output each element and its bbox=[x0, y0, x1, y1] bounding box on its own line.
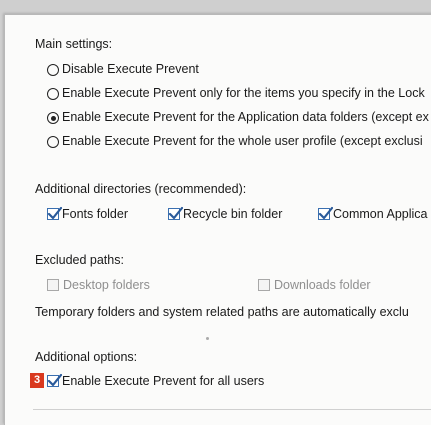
checkbox[interactable] bbox=[318, 206, 333, 220]
checkbox-disabled[interactable] bbox=[47, 279, 59, 291]
checkbox-label: Enable Execute Prevent for all users bbox=[62, 374, 265, 388]
checkmark-icon bbox=[168, 206, 183, 220]
additional-directories-heading: Additional directories (recommended): bbox=[35, 182, 247, 196]
checkbox-label: Downloads folder bbox=[274, 278, 371, 292]
excluded-paths-heading: Excluded paths: bbox=[35, 253, 124, 267]
checkbox[interactable] bbox=[47, 206, 62, 220]
divider bbox=[33, 409, 431, 410]
main-settings-heading: Main settings: bbox=[35, 37, 113, 51]
additional-options-heading: Additional options: bbox=[35, 350, 138, 364]
radio-button[interactable] bbox=[47, 64, 59, 76]
checkbox[interactable] bbox=[47, 373, 62, 387]
radio-option-label: Enable Execute Prevent only for the item… bbox=[62, 86, 425, 100]
step-number-badge: 3 bbox=[30, 373, 44, 388]
checkbox-label: Fonts folder bbox=[62, 207, 129, 221]
checkmark-icon bbox=[318, 206, 333, 220]
excluded-paths-note: Temporary folders and system related pat… bbox=[35, 305, 409, 319]
checkmark-icon bbox=[47, 206, 62, 220]
radio-option-label: Enable Execute Prevent for the Applicati… bbox=[62, 110, 429, 124]
checkbox-label: Desktop folders bbox=[63, 278, 150, 292]
radio-button-selected[interactable] bbox=[47, 112, 59, 124]
checkbox-disabled[interactable] bbox=[258, 279, 270, 291]
checkbox[interactable] bbox=[168, 206, 183, 220]
radio-button[interactable] bbox=[47, 88, 59, 100]
stray-mark bbox=[206, 337, 209, 340]
checkmark-icon bbox=[47, 373, 62, 387]
checkbox-label: Recycle bin folder bbox=[183, 207, 283, 221]
radio-button[interactable] bbox=[47, 136, 59, 148]
radio-option-label: Disable Execute Prevent bbox=[62, 62, 199, 76]
radio-option-label: Enable Execute Prevent for the whole use… bbox=[62, 134, 423, 148]
checkbox-label: Common Applica bbox=[333, 207, 428, 221]
settings-panel: Main settings: Disable Execute Prevent E… bbox=[4, 14, 431, 425]
